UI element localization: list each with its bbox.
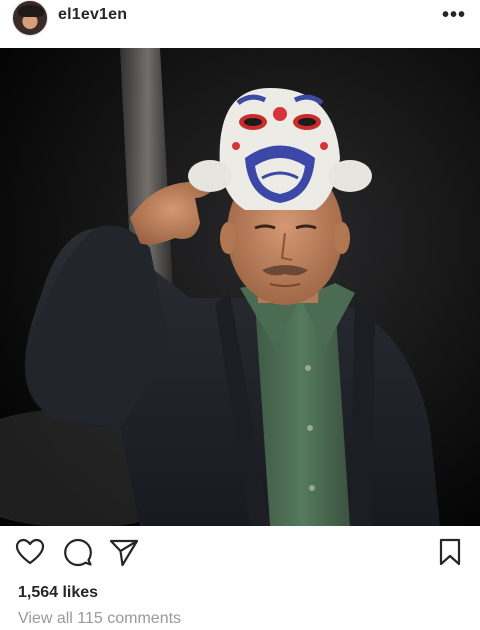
photo-illustration bbox=[0, 48, 480, 526]
bookmark-outline-icon[interactable] bbox=[434, 536, 466, 568]
post-photo[interactable] bbox=[0, 48, 480, 526]
paper-plane-icon[interactable] bbox=[108, 536, 140, 568]
action-bar bbox=[0, 536, 480, 576]
avatar-hat-shape bbox=[18, 5, 44, 17]
more-options-icon[interactable]: ••• bbox=[442, 4, 466, 27]
avatar[interactable] bbox=[12, 0, 48, 36]
view-comments-link[interactable]: View all 115 comments bbox=[18, 610, 181, 628]
username-link[interactable]: el1ev1en bbox=[58, 6, 127, 24]
heart-outline-icon[interactable] bbox=[14, 536, 46, 568]
comment-bubble-icon[interactable] bbox=[62, 536, 94, 568]
likes-count[interactable]: 1,564 likes bbox=[18, 584, 98, 602]
post-header: el1ev1en ••• bbox=[0, 0, 480, 48]
